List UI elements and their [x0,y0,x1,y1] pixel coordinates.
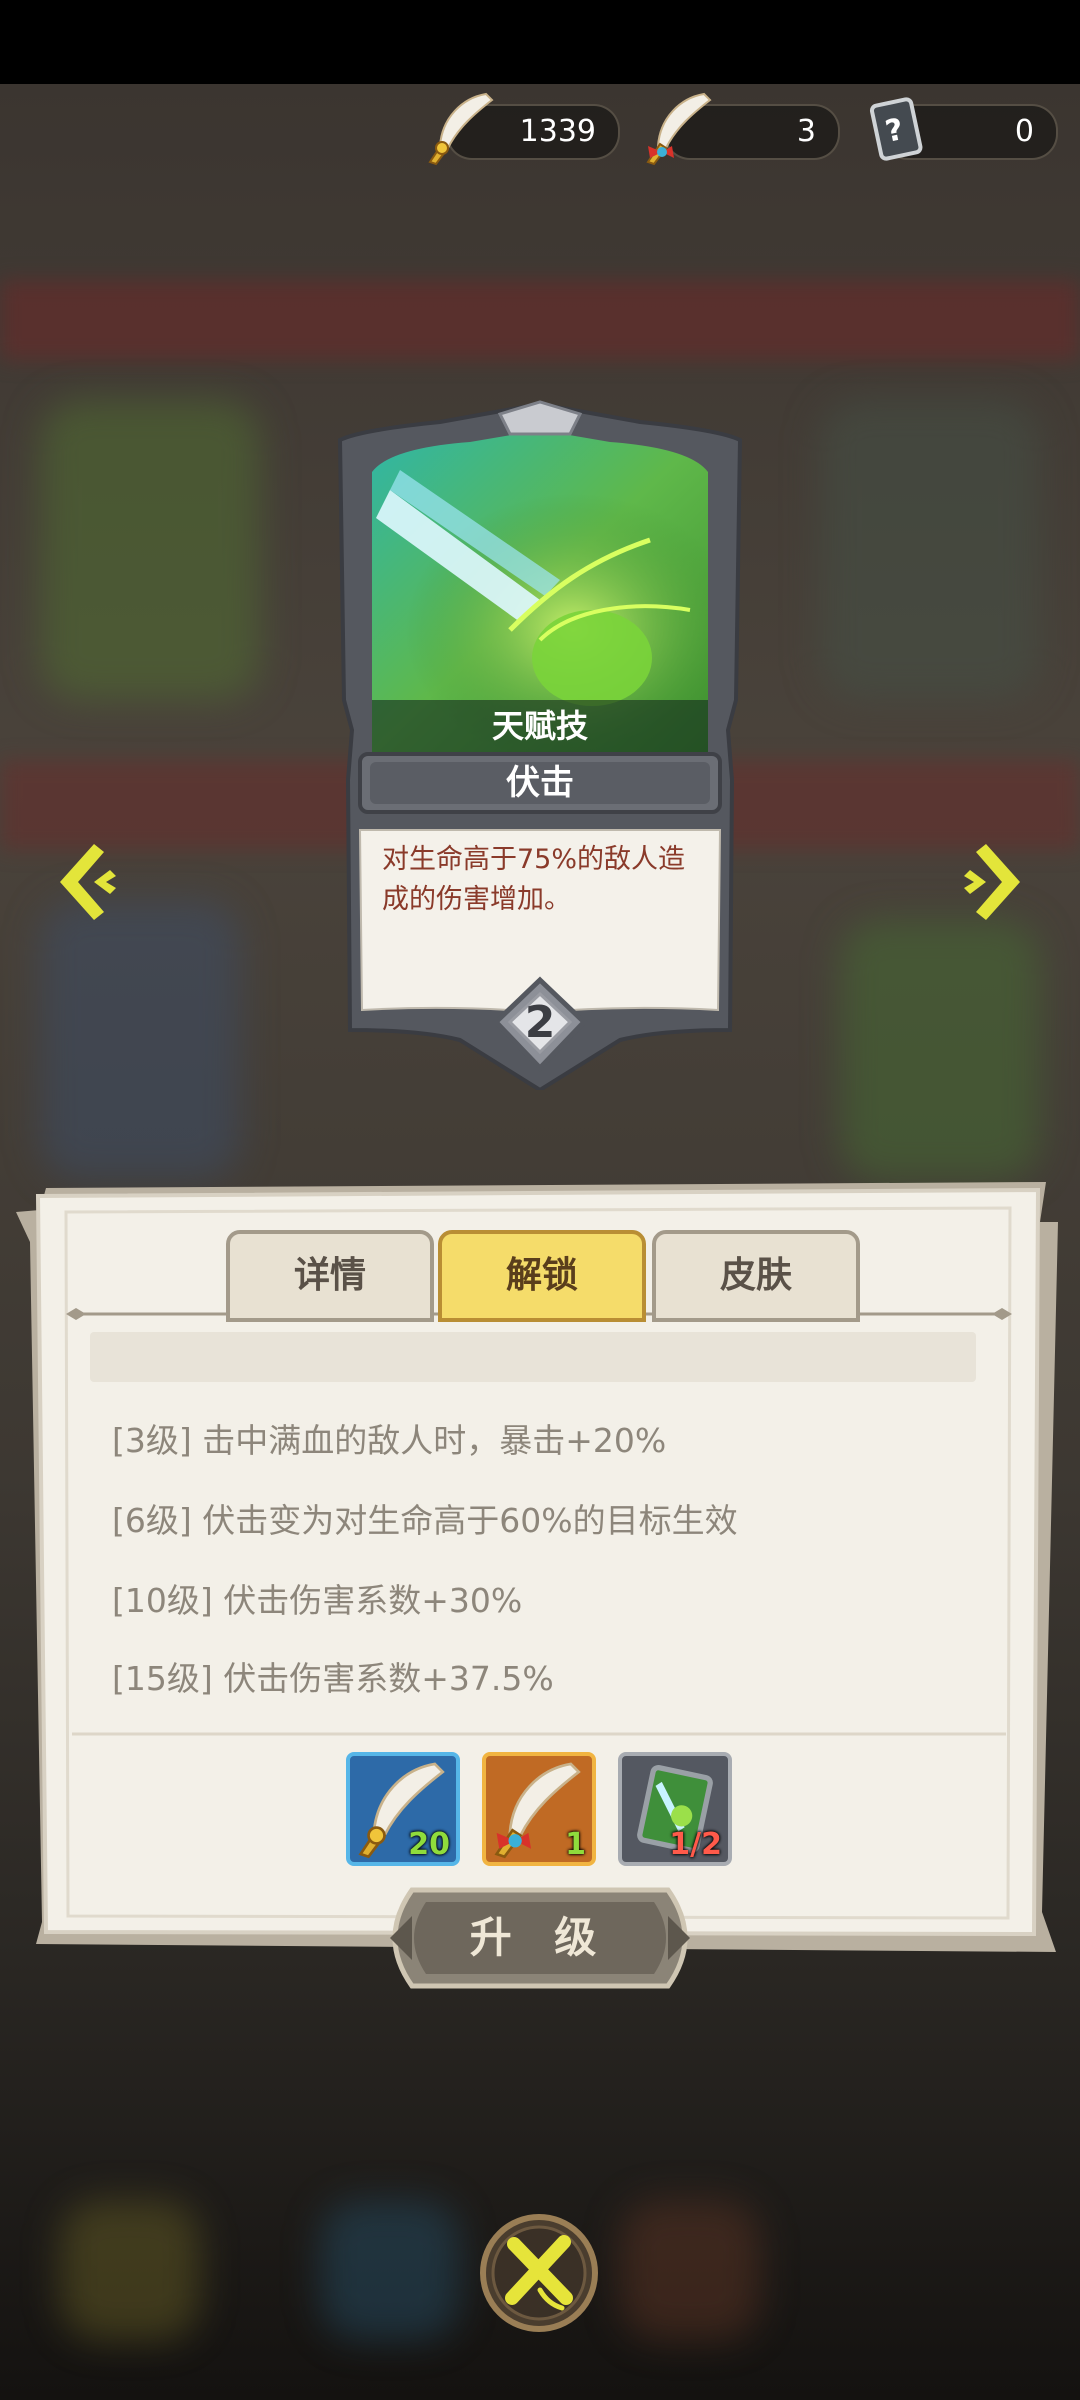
red-feather-icon [646,92,712,166]
skill-name: 伏击 [506,763,574,803]
gold-feather-counter[interactable]: 1339 [428,92,620,166]
unlock-item: [6级] 伏击变为对生命高于60%的目标生效 [112,1501,738,1540]
requirement-skill-card[interactable]: 1/2 [618,1752,732,1866]
tab-skins[interactable]: 皮肤 [652,1230,860,1322]
mystery-card-icon: ? [869,97,923,161]
requirement-gold-feather[interactable]: 20 [346,1752,460,1866]
red-feather-counter[interactable]: 3 [646,92,840,166]
requirement-count: 20 [408,1827,450,1862]
unlock-item: [10级] 伏击伤害系数+30% [112,1581,523,1620]
requirement-count: 1 [565,1827,586,1862]
tab-unlock[interactable]: 解锁 [438,1230,646,1322]
unlock-item: [3级] 击中满血的敌人时，暴击+20% [112,1421,667,1460]
skill-description-line: 成的伤害增加。 [382,884,571,915]
skill-description-line: 对生命高于75%的敌人造 [382,844,686,875]
close-icon[interactable] [478,2212,600,2334]
talent-card: 天赋技 伏击 对生命高于75%的敌人造 成的伤害增加。 2 [330,400,750,1090]
upgrade-button[interactable]: 升 级 [372,1882,708,1994]
requirement-red-feather[interactable]: 1 [482,1752,596,1866]
previous-arrow-icon[interactable] [54,840,118,924]
skill-description: 对生命高于75%的敌人造 成的伤害增加。 [382,840,722,920]
tab-details[interactable]: 详情 [226,1230,434,1322]
gold-feather-count: 1339 [519,114,596,149]
mystery-card-counter[interactable]: ? 0 [869,97,1058,161]
upgrade-button-label: 升 级 [469,1913,611,1962]
requirement-count: 1/2 [669,1827,722,1862]
skill-level: 2 [524,997,556,1048]
card-type-label: 天赋技 [491,707,588,745]
status-bar [0,0,1080,84]
gold-feather-icon [428,92,494,166]
mystery-card-count: 0 [1014,114,1034,149]
next-arrow-icon[interactable] [962,840,1026,924]
red-feather-count: 3 [796,114,816,149]
unlock-item: [15级] 伏击伤害系数+37.5% [112,1659,554,1698]
